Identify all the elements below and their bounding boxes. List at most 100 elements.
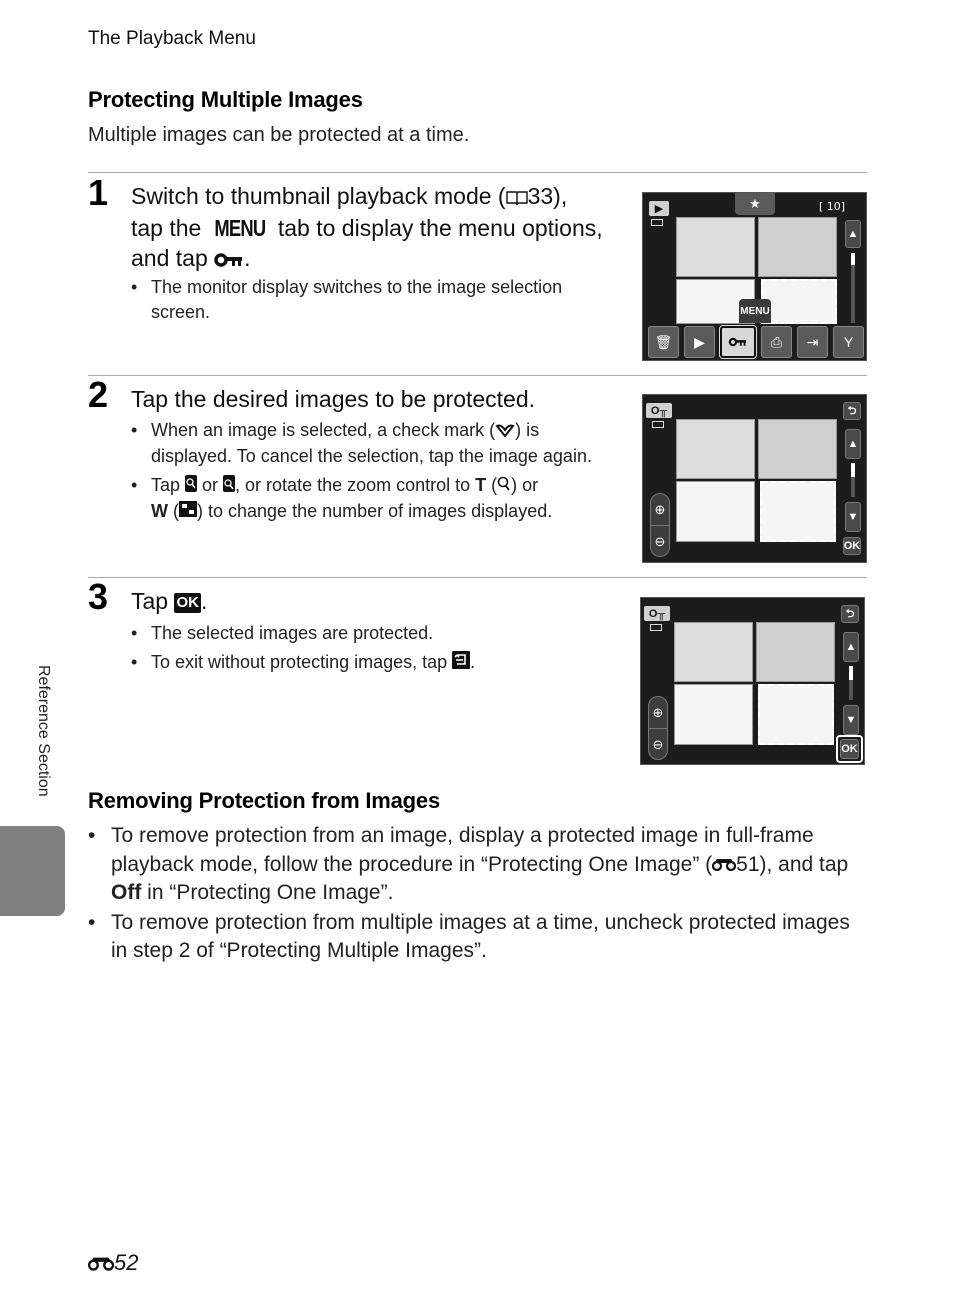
- ok-button[interactable]: OK: [843, 537, 861, 555]
- thumbnail-portrait[interactable]: [676, 217, 755, 277]
- bullet: Tap or , or rotate the zoom control to T…: [131, 473, 621, 525]
- text: ) to change the number of images display…: [197, 500, 553, 521]
- book-icon: [505, 183, 528, 213]
- ok-icon: OK: [174, 593, 201, 613]
- text: ) or: [511, 474, 539, 495]
- thumbnail-flowers[interactable]: [758, 217, 837, 277]
- playback-icon: ▶: [649, 201, 669, 216]
- zoom-in-button[interactable]: ⊕: [651, 494, 669, 526]
- text: or: [197, 474, 224, 495]
- camera-screen-image-selection: O╥ ⊕ ⊖ ⮌ ▲ ▼ OK: [642, 394, 867, 563]
- copy-icon[interactable]: ⇥: [797, 326, 828, 358]
- text: .: [470, 652, 476, 672]
- scroll-up-button[interactable]: ▲: [845, 220, 861, 248]
- favorites-tab[interactable]: ★: [735, 193, 775, 215]
- step-number: 1: [88, 172, 109, 213]
- divider: [88, 577, 867, 578]
- zoom-controls: ⊕ ⊖: [650, 493, 670, 557]
- text: .: [200, 588, 208, 614]
- print-order-icon[interactable]: ⎙: [761, 326, 792, 358]
- section-intro: Multiple images can be protected at a ti…: [88, 124, 470, 146]
- text: To exit without protecting images, tap: [151, 652, 453, 672]
- text: tab to display the menu options,: [271, 214, 603, 241]
- scroll-up-button[interactable]: ▲: [845, 429, 861, 459]
- protect-mode-badge: O╥: [646, 403, 672, 418]
- camera-screen-confirm: O╥ ⊕ ⊖ ⮌ ▲ ▼ OK: [640, 597, 865, 765]
- section-title-removing-protection: Removing Protection from Images: [88, 788, 440, 813]
- step-title: Switch to thumbnail playback mode (33), …: [131, 181, 621, 275]
- image-counter: [ 10]: [819, 200, 846, 213]
- zoom-out-button[interactable]: ⊖: [651, 526, 669, 557]
- thumbnail-mother-child[interactable]: [758, 684, 834, 745]
- menu-tab[interactable]: MENU: [739, 299, 771, 323]
- scroll-down-button[interactable]: ▼: [845, 502, 861, 532]
- thumbnail-portrait[interactable]: [676, 419, 755, 479]
- bullet: The selected images are protected.: [131, 621, 611, 646]
- back-button[interactable]: ⮌: [843, 402, 861, 420]
- text: , or rotate the zoom control to: [235, 474, 476, 495]
- section-thumb-tab: [0, 826, 65, 916]
- step-3-bullets: The selected images are protected. To ex…: [131, 621, 611, 680]
- off-label: Off: [111, 881, 142, 905]
- text: and tap: [131, 244, 215, 271]
- battery-icon: [652, 421, 664, 428]
- page-number-text: 52: [114, 1250, 139, 1275]
- text: To remove protection from an image, disp…: [111, 824, 814, 876]
- text: ), and tap: [759, 852, 849, 876]
- section-title-protecting-multiple: Protecting Multiple Images: [88, 87, 363, 112]
- scrollbar-thumb: [851, 253, 855, 265]
- zoom-out-button[interactable]: ⊖: [649, 729, 667, 760]
- scrollbar[interactable]: [849, 666, 853, 700]
- thumbnail-portrait[interactable]: [674, 622, 753, 682]
- trash-icon[interactable]: 🗑: [648, 326, 679, 358]
- bullet: When an image is selected, a check mark …: [131, 418, 621, 469]
- bullet: To remove protection from multiple image…: [88, 909, 858, 966]
- menu-word: MENU: [214, 214, 266, 241]
- side-label-text: Reference Section: [35, 665, 52, 797]
- menu-toolbar: 🗑 ▶ ⎙ ⇥ Y: [646, 325, 864, 360]
- battery-icon: [651, 219, 663, 226]
- thumbnail-mother-child[interactable]: [761, 279, 837, 324]
- ok-button[interactable]: OK: [840, 739, 859, 759]
- step-number: 3: [88, 576, 109, 617]
- wide-label: W: [151, 500, 168, 521]
- protect-mode-badge: O╥: [644, 606, 670, 621]
- text: (: [486, 474, 498, 495]
- step-title: Tap OK.: [131, 586, 621, 616]
- back-icon: [452, 650, 471, 676]
- step-number: 2: [88, 374, 109, 415]
- thumbnail-flowers[interactable]: [758, 419, 837, 479]
- thumbnail-flowers[interactable]: [756, 622, 835, 682]
- text: ),: [553, 183, 568, 209]
- scroll-down-button[interactable]: ▼: [843, 705, 859, 735]
- removal-bullets: To remove protection from an image, disp…: [88, 822, 858, 967]
- magnify-icon: [497, 474, 511, 499]
- side-section-label: Reference Section: [30, 665, 54, 815]
- setup-wrench-icon[interactable]: Y: [833, 326, 864, 358]
- text: Tap: [151, 474, 186, 495]
- thumbnail-mother-child[interactable]: [760, 481, 836, 542]
- page-ref: 33: [527, 183, 554, 209]
- thumbnail-grid-icon: [179, 499, 197, 524]
- scrollbar[interactable]: [851, 463, 855, 497]
- thumbnail-family[interactable]: [674, 684, 753, 745]
- text: (: [168, 500, 179, 521]
- zoom-in-button[interactable]: ⊕: [649, 697, 667, 729]
- back-button[interactable]: ⮌: [841, 605, 859, 623]
- protect-key-icon[interactable]: [719, 325, 757, 359]
- bullet: The monitor display switches to the imag…: [131, 275, 611, 325]
- text: Switch to thumbnail playback mode (: [131, 183, 506, 209]
- divider: [88, 375, 867, 376]
- text: tap the: [131, 214, 208, 241]
- check-mark-icon: [495, 419, 515, 444]
- zoom-controls: ⊕ ⊖: [648, 696, 668, 760]
- step-title: Tap the desired images to be protected.: [131, 386, 536, 412]
- bullet: To exit without protecting images, tap .: [131, 650, 611, 676]
- scrollbar[interactable]: [851, 253, 855, 323]
- scroll-up-button[interactable]: ▲: [843, 632, 859, 662]
- thumbnail-family[interactable]: [676, 481, 755, 542]
- star-icon: ★: [749, 196, 761, 211]
- zoom-in-icon: [185, 474, 198, 499]
- slideshow-icon[interactable]: ▶: [684, 326, 715, 358]
- battery-icon: [650, 624, 662, 631]
